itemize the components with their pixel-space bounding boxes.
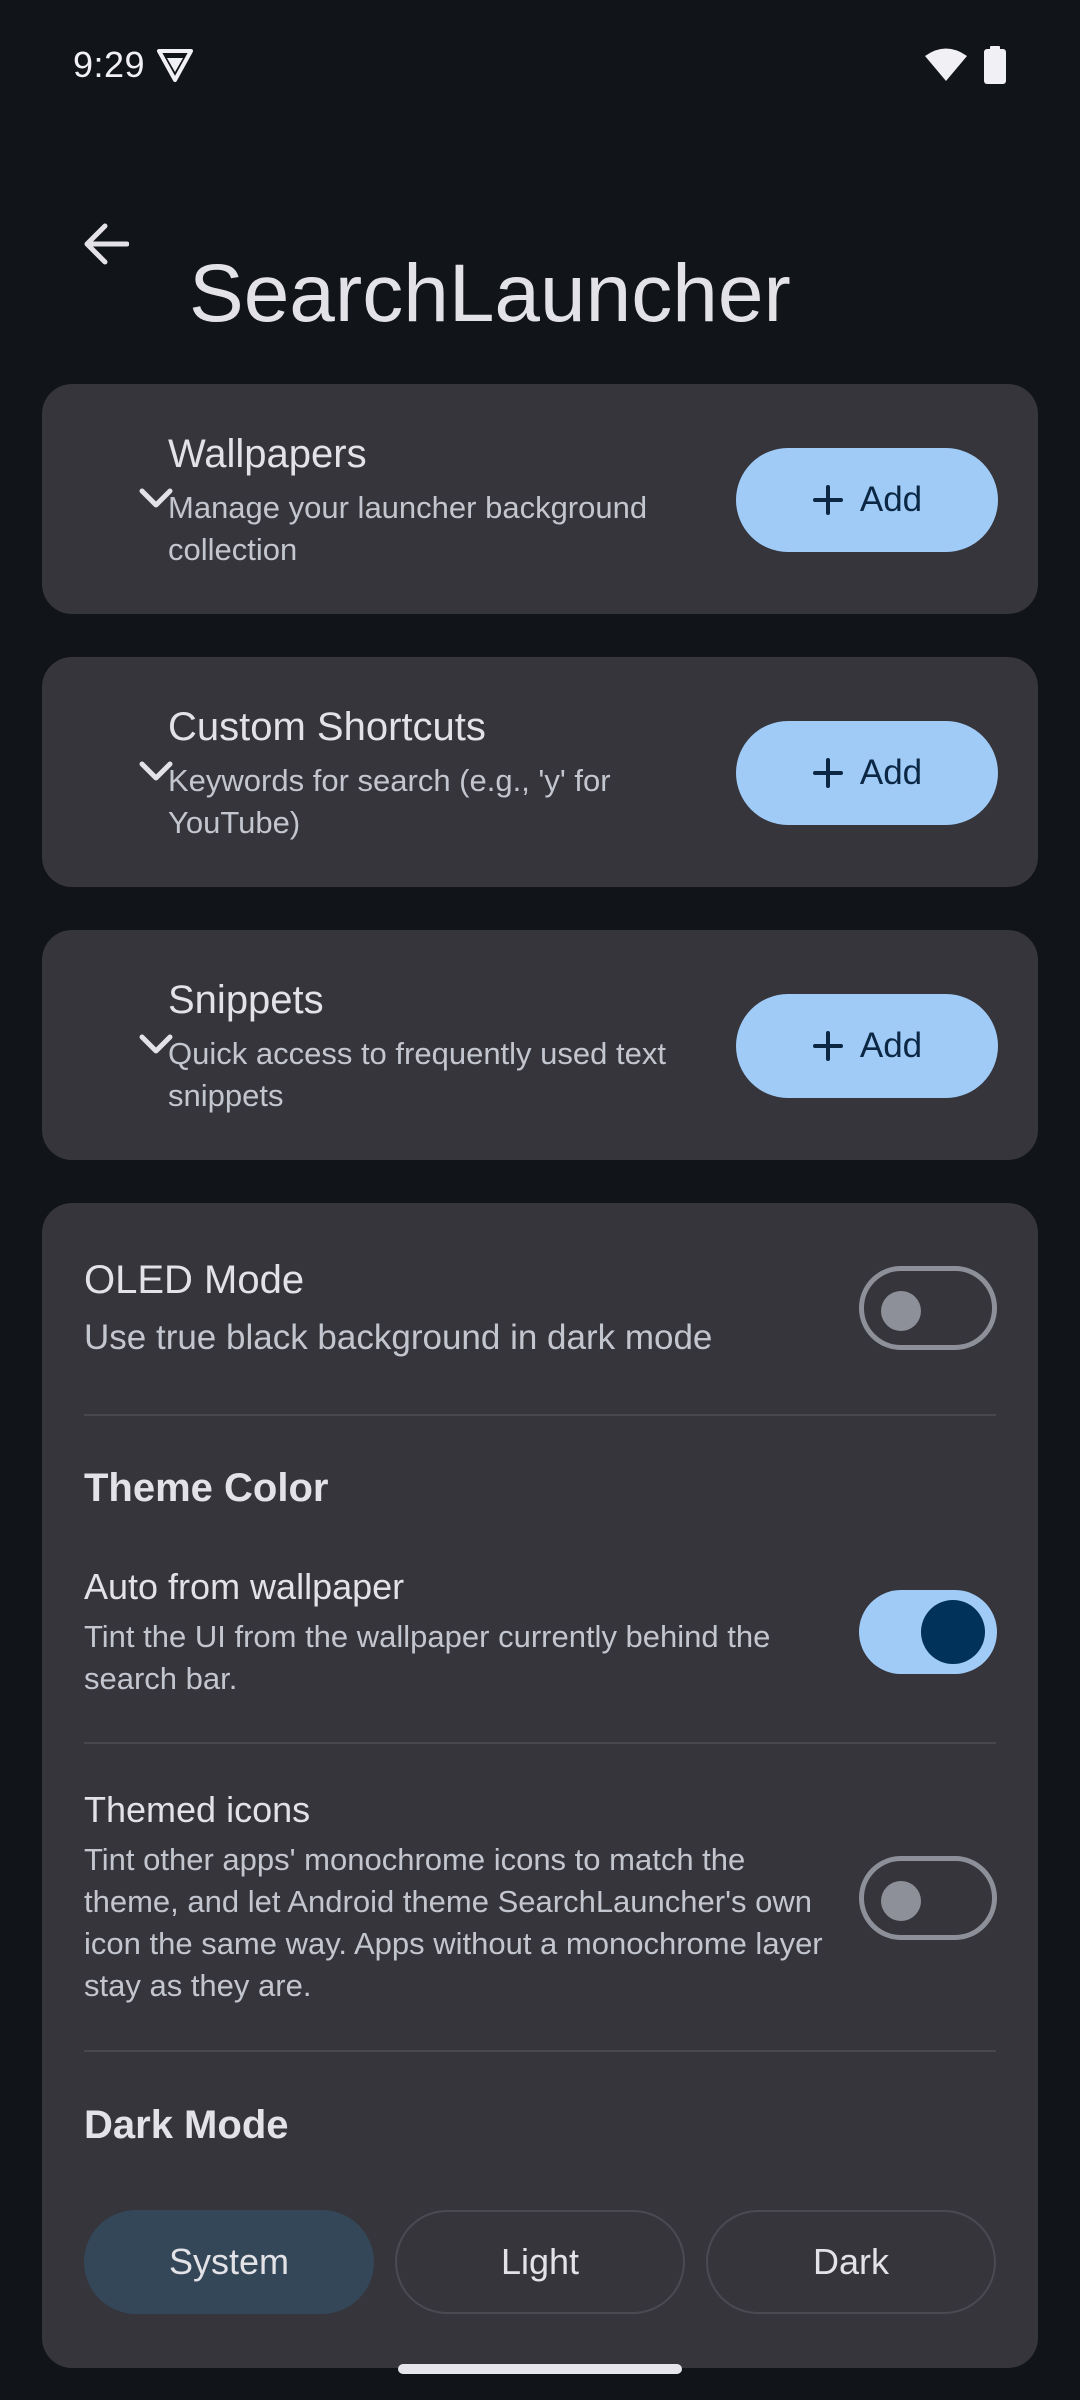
back-button[interactable]: [62, 200, 150, 288]
custom-shortcuts-title: Custom Shortcuts: [168, 705, 486, 749]
vpn-shield-icon: [157, 49, 193, 82]
wallpapers-section[interactable]: Wallpapers Manage your launcher backgrou…: [42, 384, 1038, 614]
switch-thumb: [921, 1600, 985, 1664]
snippets-description: Quick access to frequently used text sni…: [168, 1036, 666, 1113]
wallpapers-title: Wallpapers: [168, 432, 367, 476]
switch-thumb: [881, 1291, 921, 1331]
oled-mode-description: Use true black background in dark mode: [84, 1318, 713, 1357]
divider: [84, 1742, 996, 1744]
snippets-section[interactable]: Snippets Quick access to frequently used…: [42, 930, 1038, 1160]
themed-icons-title: Themed icons: [84, 1789, 311, 1830]
add-snippet-label: Add: [859, 1026, 923, 1065]
add-shortcut-label: Add: [859, 753, 923, 792]
auto-wallpaper-description: Tint the UI from the wallpaper currently…: [84, 1619, 771, 1696]
battery-icon: [984, 46, 1006, 84]
page-title: SearchLauncher: [189, 247, 791, 339]
theme-color-header: Theme Color: [84, 1466, 329, 1510]
dark-mode-option-light[interactable]: Light: [395, 2210, 685, 2314]
plus-icon: [812, 758, 843, 788]
add-wallpaper-button[interactable]: Add: [736, 448, 998, 552]
home-indicator[interactable]: [398, 2364, 682, 2374]
status-time: 9:29: [73, 44, 146, 85]
snippets-title: Snippets: [168, 978, 324, 1022]
auto-wallpaper-switch[interactable]: [859, 1590, 997, 1674]
dark-mode-header: Dark Mode: [84, 2103, 289, 2147]
add-snippet-button[interactable]: Add: [736, 994, 998, 1098]
status-bar: 9:29: [0, 0, 1080, 130]
arrow-back-icon: [84, 223, 129, 265]
plus-icon: [812, 1031, 843, 1061]
app-bar: SearchLauncher: [0, 170, 1080, 339]
add-wallpaper-label: Add: [859, 480, 923, 519]
auto-wallpaper-title: Auto from wallpaper: [84, 1566, 405, 1607]
oled-mode-switch[interactable]: [859, 1266, 997, 1350]
plus-icon: [812, 485, 843, 515]
custom-shortcuts-section[interactable]: Custom Shortcuts Keywords for search (e.…: [42, 657, 1038, 887]
themed-icons-description: Tint other apps' monochrome icons to mat…: [84, 1842, 823, 2003]
divider: [84, 1414, 996, 1416]
dark-mode-option-system[interactable]: System: [84, 2210, 374, 2314]
dark-mode-option-dark[interactable]: Dark: [706, 2210, 996, 2314]
divider: [84, 2050, 996, 2052]
custom-shortcuts-description: Keywords for search (e.g., 'y' for YouTu…: [168, 763, 611, 840]
add-shortcut-button[interactable]: Add: [736, 721, 998, 825]
themed-icons-switch[interactable]: [859, 1856, 997, 1940]
wifi-icon: [925, 48, 967, 81]
wallpapers-description: Manage your launcher background collecti…: [168, 490, 648, 567]
oled-mode-title: OLED Mode: [84, 1258, 305, 1302]
settings-card: OLED Mode Use true black background in d…: [42, 1203, 1038, 2368]
switch-thumb: [881, 1881, 921, 1921]
